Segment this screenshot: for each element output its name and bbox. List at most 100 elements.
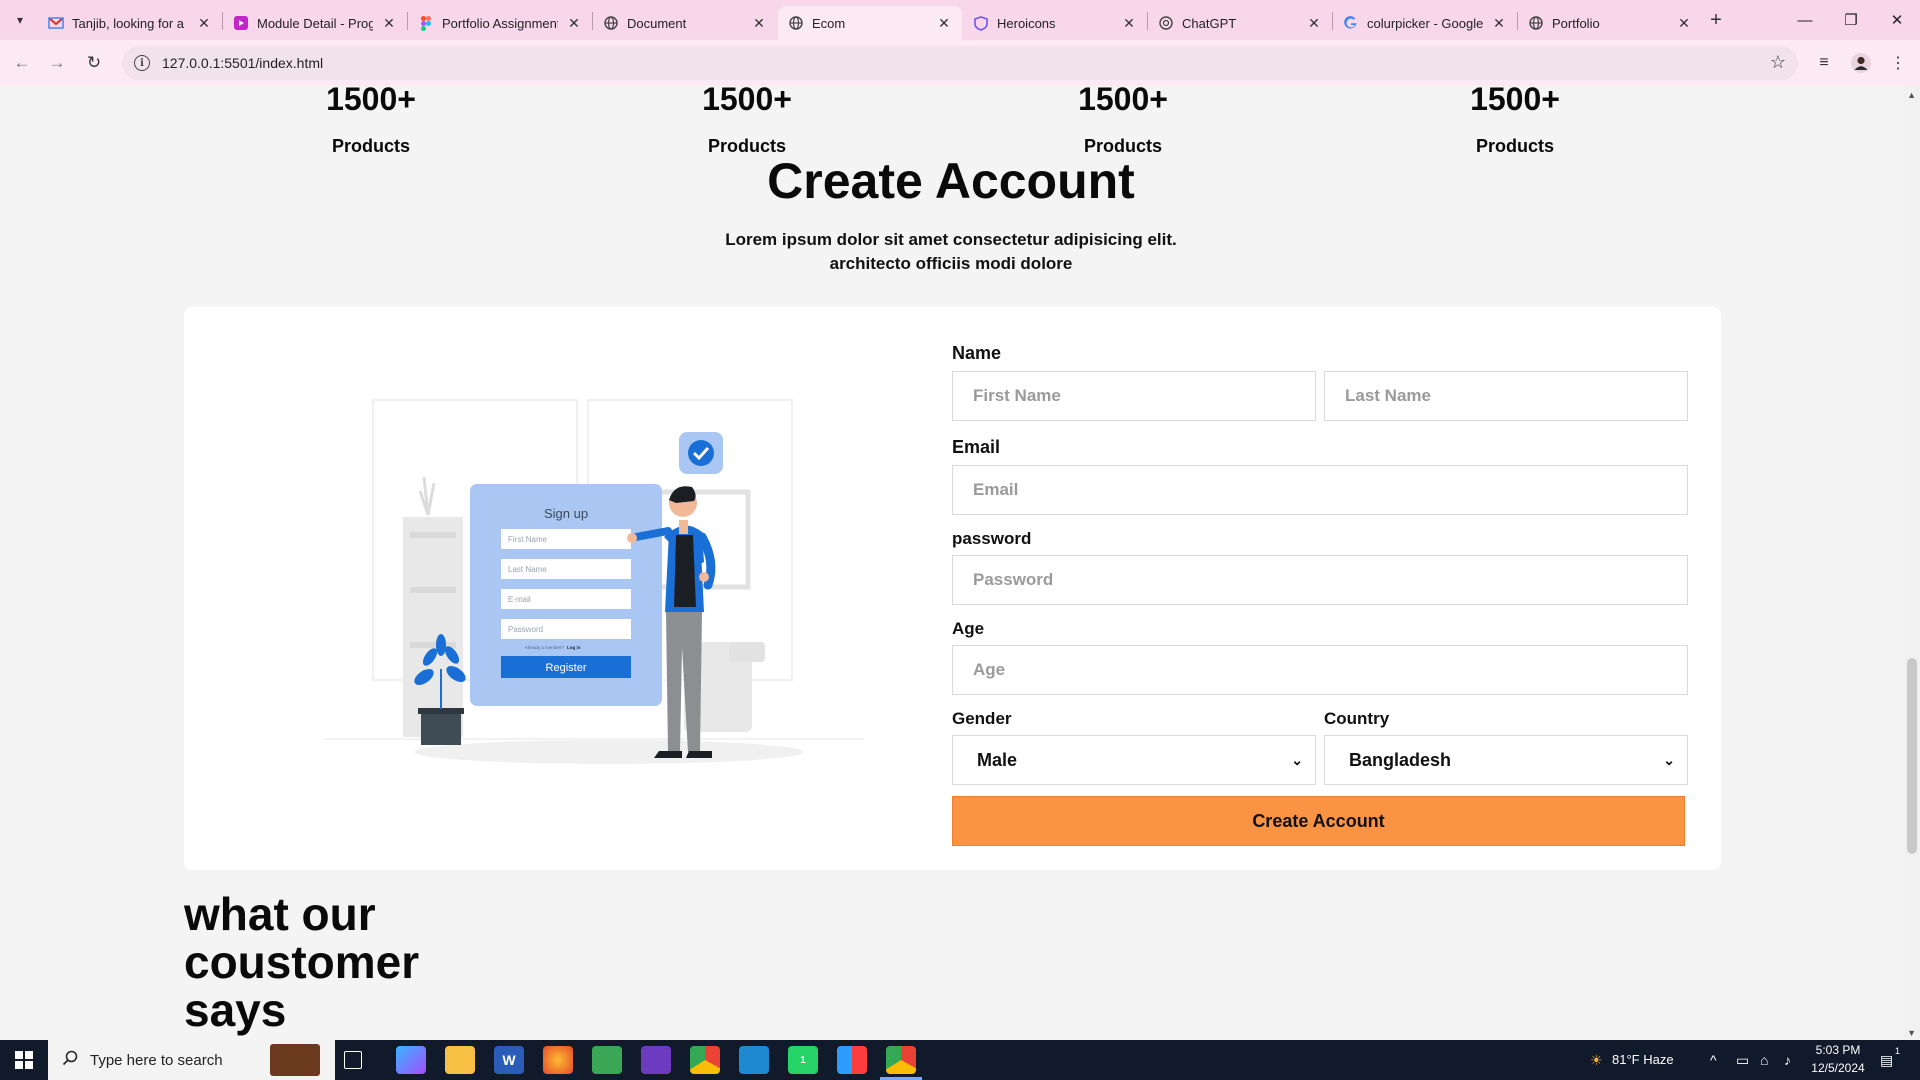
chevron-down-icon: ⌄	[1291, 751, 1303, 768]
globe-icon	[788, 15, 804, 31]
visual-studio-icon[interactable]	[641, 1046, 671, 1074]
age-label: Age	[952, 619, 985, 638]
whatsapp-icon[interactable]: 1	[788, 1046, 818, 1074]
gender-select[interactable]: Male ⌄	[952, 735, 1316, 785]
illustration-field: Last Name	[508, 565, 547, 574]
weather-icon[interactable]: ☀	[1590, 1052, 1603, 1069]
scrollbar-thumb[interactable]	[1907, 658, 1917, 854]
kebab-menu-icon[interactable]: ⋮	[1887, 52, 1909, 74]
stat-value: 1500+	[1470, 86, 1560, 117]
tab-gmail[interactable]: Tanjib, looking for a n ✕	[38, 6, 222, 40]
age-input[interactable]	[952, 645, 1688, 695]
tab-portfolio[interactable]: Portfolio ✕	[1518, 6, 1702, 40]
taskbar-search-box[interactable]: Type here to search	[48, 1040, 335, 1080]
illustration-field: First Name	[508, 535, 548, 544]
browser-tab-bar: ▾ Tanjib, looking for a n ✕ Module Detai…	[0, 0, 1920, 40]
signup-illustration: Sign up First Name Last Name E-mail Pass…	[324, 399, 864, 764]
create-account-title: Create Account	[767, 153, 1135, 209]
search-highlight-icon[interactable]	[270, 1044, 320, 1076]
notification-icon[interactable]: ▤	[1880, 1052, 1893, 1069]
windows-start-icon[interactable]	[0, 1040, 48, 1080]
search-icon	[62, 1050, 78, 1070]
close-icon[interactable]: ✕	[751, 15, 767, 32]
network-icon[interactable]: ⌂	[1760, 1052, 1768, 1068]
back-arrow-icon[interactable]: ←	[10, 51, 34, 75]
tool-app-icon[interactable]	[592, 1046, 622, 1074]
name-label: Name	[952, 343, 1002, 363]
clock-date[interactable]: 12/5/2024	[1808, 1061, 1868, 1075]
tab-module-detail[interactable]: Module Detail - Prog ✕	[223, 6, 407, 40]
window-close-icon[interactable]: ✕	[1874, 4, 1920, 36]
google-icon	[1343, 15, 1359, 31]
new-tab-plus-icon[interactable]: +	[1704, 8, 1728, 32]
gender-selected-value: Male	[977, 749, 1018, 770]
tab-document[interactable]: Document ✕	[593, 6, 777, 40]
email-label: Email	[952, 437, 1001, 457]
scroll-down-arrow-icon[interactable]: ▼	[1907, 1028, 1916, 1038]
country-label: Country	[1324, 709, 1390, 728]
tab-heroicons[interactable]: Heroicons ✕	[963, 6, 1147, 40]
stat-item: 1500+ Products	[1415, 86, 1615, 157]
illustration-heading: Sign up	[544, 506, 588, 521]
close-icon[interactable]: ✕	[566, 15, 582, 32]
profile-avatar-icon[interactable]	[1850, 52, 1872, 74]
heroicons-icon	[973, 15, 989, 31]
testimonial-heading: what our coustomer says	[184, 888, 420, 1036]
close-icon[interactable]: ✕	[1491, 15, 1507, 32]
first-name-input[interactable]	[952, 371, 1316, 421]
file-explorer-icon[interactable]	[445, 1046, 475, 1074]
chrome-active-icon[interactable]	[886, 1046, 916, 1074]
close-icon[interactable]: ✕	[381, 15, 397, 32]
copilot-icon[interactable]	[396, 1046, 426, 1074]
country-selected-value: Bangladesh	[1349, 749, 1452, 770]
email-input[interactable]	[952, 465, 1688, 515]
password-input[interactable]	[952, 555, 1688, 605]
reload-icon[interactable]: ↻	[82, 51, 106, 75]
page-scrollbar[interactable]: ▲ ▼	[1904, 86, 1920, 1040]
minimize-icon[interactable]: —	[1782, 4, 1828, 36]
stat-item: 1500+ Products	[1023, 86, 1223, 157]
illustration-member-text: Already a member?	[525, 645, 565, 650]
address-bar[interactable]: i 127.0.0.1:5501/index.html ☆	[122, 46, 1798, 80]
illustration-field: Password	[508, 625, 543, 634]
tab-search-chevron-icon[interactable]: ▾	[8, 8, 32, 32]
tab-portfolio-assignment[interactable]: Portfolio Assignment ✕	[408, 6, 592, 40]
restore-icon[interactable]: ❐	[1828, 4, 1874, 36]
bookmark-star-icon[interactable]: ☆	[1770, 52, 1786, 73]
tab-colurpicker-google[interactable]: colurpicker - Google ✕	[1333, 6, 1517, 40]
forward-arrow-icon[interactable]: →	[45, 51, 69, 75]
clock-time[interactable]: 5:03 PM	[1813, 1043, 1863, 1057]
taskbar-search-placeholder: Type here to search	[90, 1051, 223, 1069]
globe-icon	[1528, 15, 1544, 31]
weather-text[interactable]: 81°F Haze	[1612, 1052, 1674, 1067]
gmail-icon	[48, 15, 64, 31]
site-info-icon[interactable]: i	[134, 55, 150, 71]
chevron-up-icon[interactable]: ^	[1710, 1052, 1717, 1068]
volume-icon[interactable]: ♪	[1784, 1052, 1791, 1068]
firefox-icon[interactable]	[543, 1046, 573, 1074]
close-icon[interactable]: ✕	[1306, 15, 1322, 32]
last-name-input[interactable]	[1324, 371, 1688, 421]
tab-chatgpt[interactable]: ChatGPT ✕	[1148, 6, 1332, 40]
media-controls-icon[interactable]: ≡	[1813, 52, 1835, 74]
close-icon[interactable]: ✕	[1676, 15, 1692, 32]
chrome-icon[interactable]	[690, 1046, 720, 1074]
close-icon[interactable]: ✕	[196, 15, 212, 32]
tab-ecom[interactable]: Ecom ✕	[778, 6, 962, 40]
scroll-up-arrow-icon[interactable]: ▲	[1907, 90, 1916, 100]
word-icon[interactable]: W	[494, 1046, 524, 1074]
notification-count: 1	[1895, 1046, 1901, 1056]
chevron-down-icon: ⌄	[1663, 751, 1675, 768]
figma-icon	[418, 15, 434, 31]
close-icon[interactable]: ✕	[936, 15, 952, 32]
meet-icon[interactable]: ▭	[1736, 1052, 1749, 1069]
country-select[interactable]: Bangladesh ⌄	[1324, 735, 1688, 785]
url-text: 127.0.0.1:5501/index.html	[162, 55, 324, 71]
close-icon[interactable]: ✕	[1121, 15, 1137, 32]
task-view-icon[interactable]	[344, 1051, 362, 1069]
create-account-button[interactable]: Create Account	[952, 796, 1685, 846]
stat-item: 1500+ Products	[647, 86, 847, 157]
vscode-icon[interactable]	[739, 1046, 769, 1074]
app-icon[interactable]	[837, 1046, 867, 1074]
stat-value: 1500+	[702, 86, 792, 117]
